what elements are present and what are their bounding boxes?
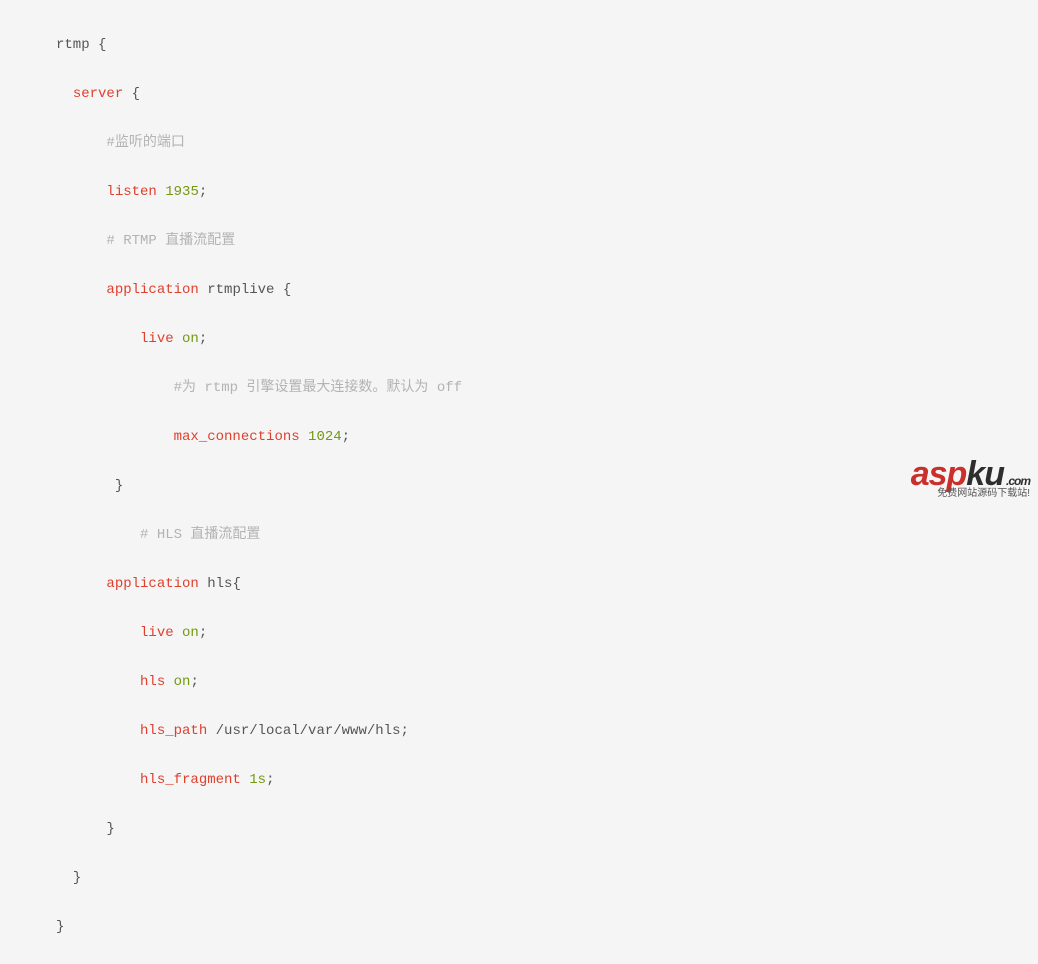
text: rtmplive { (199, 282, 291, 298)
text: } (115, 478, 123, 494)
keyword: server (73, 86, 123, 102)
comment: # HLS 直播流配置 (140, 527, 260, 543)
keyword: hls_fragment (140, 772, 241, 788)
code-line: #监听的端口 (56, 131, 982, 156)
watermark-com: .com (1006, 474, 1030, 488)
text: { (90, 37, 107, 53)
code-line: hls_fragment 1s; (56, 768, 982, 793)
value: 1024 (300, 429, 342, 445)
keyword: hls (140, 674, 165, 690)
watermark: aspku.com 免费网站源码下载站! (911, 457, 1030, 499)
code-line: } (56, 915, 982, 940)
code-line: application rtmplive { (56, 278, 982, 303)
text: ; (199, 625, 207, 641)
path: /usr/local/var/www/hls; (207, 723, 409, 739)
code-line: listen 1935; (56, 180, 982, 205)
text: rtmp (56, 37, 90, 53)
value: on (174, 331, 199, 347)
text: ; (199, 331, 207, 347)
text: ; (199, 184, 207, 200)
comment: #为 rtmp 引擎设置最大连接数。默认为 off (174, 380, 462, 396)
keyword: live (140, 331, 174, 347)
text: ; (190, 674, 198, 690)
comment: #监听的端口 (106, 135, 184, 151)
keyword: application (106, 282, 198, 298)
code-line: } (56, 817, 982, 842)
code-block: rtmp { server { #监听的端口 listen 1935; # RT… (0, 8, 1038, 964)
text: } (106, 821, 114, 837)
keyword: application (106, 576, 198, 592)
code-line: # RTMP 直播流配置 (56, 229, 982, 254)
value: 1s (241, 772, 266, 788)
code-line: rtmp { (56, 33, 982, 58)
value: 1935 (157, 184, 199, 200)
code-line: } (56, 866, 982, 891)
value: on (174, 625, 199, 641)
code-line: max_connections 1024; (56, 425, 982, 450)
keyword: listen (106, 184, 156, 200)
code-line: server { (56, 82, 982, 107)
code-line: hls on; (56, 670, 982, 695)
code-line: # HLS 直播流配置 (56, 523, 982, 548)
code-line: live on; (56, 327, 982, 352)
code-line: live on; (56, 621, 982, 646)
text: hls{ (199, 576, 241, 592)
code-line: hls_path /usr/local/var/www/hls; (56, 719, 982, 744)
text: } (56, 919, 64, 935)
text: ; (342, 429, 350, 445)
keyword: live (140, 625, 174, 641)
keyword: max_connections (174, 429, 300, 445)
value: on (165, 674, 190, 690)
text: ; (266, 772, 274, 788)
text: { (123, 86, 140, 102)
keyword: hls_path (140, 723, 207, 739)
code-line: #为 rtmp 引擎设置最大连接数。默认为 off (56, 376, 982, 401)
code-line: } (56, 474, 982, 499)
code-line: application hls{ (56, 572, 982, 597)
comment: # RTMP 直播流配置 (106, 233, 235, 249)
text: } (73, 870, 81, 886)
